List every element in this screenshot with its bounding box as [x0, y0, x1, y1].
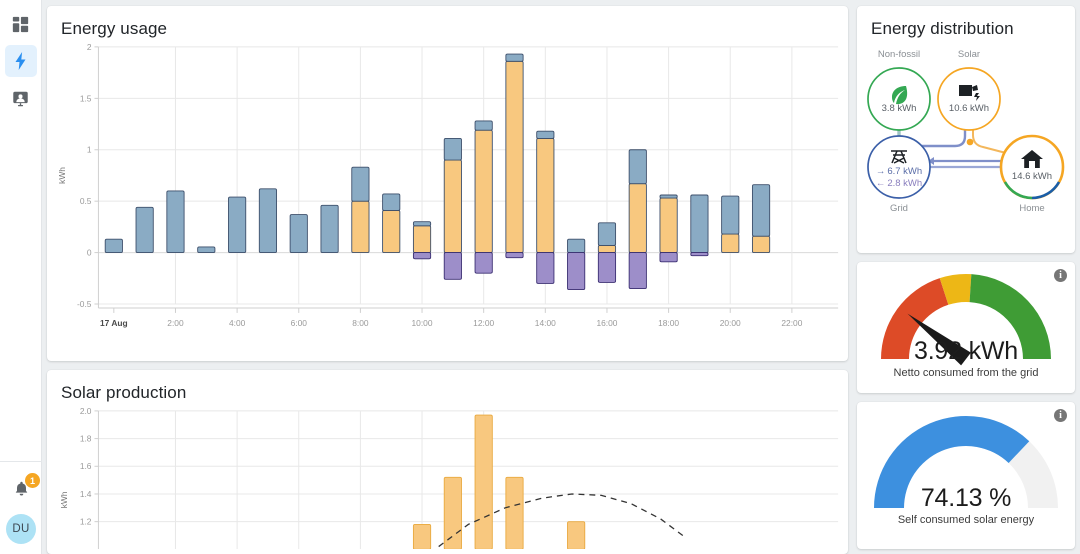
svg-text:6:00: 6:00 — [291, 318, 308, 328]
svg-text:8:00: 8:00 — [352, 318, 369, 328]
account-icon — [13, 91, 28, 106]
svg-text:1.4: 1.4 — [80, 489, 92, 499]
grid-import-value: 6.7 kWh — [887, 166, 922, 177]
nonfossil-value: 3.8 kWh — [882, 103, 917, 114]
sidebar-item-dashboard[interactable] — [5, 8, 37, 40]
svg-text:-0.5: -0.5 — [77, 299, 92, 309]
grid-export-row: ← 2.8 kWh — [876, 178, 922, 189]
svg-text:12:00: 12:00 — [473, 318, 494, 328]
energy-usage-title: Energy usage — [61, 19, 168, 38]
solar-label: Solar — [958, 49, 980, 60]
netto-gauge-card: i 3.92 kWh Netto consumed from the grid — [857, 262, 1075, 393]
avatar[interactable]: DU — [6, 514, 36, 544]
svg-text:1.8: 1.8 — [80, 434, 92, 444]
energy-bolt-icon — [15, 52, 26, 70]
sidebar-item-energy[interactable] — [4, 45, 37, 77]
svg-text:4:00: 4:00 — [229, 318, 246, 328]
selfuse-gauge-caption: Self consumed solar energy — [897, 514, 1035, 526]
home-label: Home — [1019, 203, 1044, 214]
energy-distribution-card: Energy distribution Non-fossil 3.8 kWh S… — [857, 6, 1075, 253]
flow-junction-dot — [966, 138, 974, 146]
home-value: 14.6 kWh — [1012, 171, 1052, 182]
svg-text:kWh: kWh — [59, 491, 69, 508]
svg-text:1.2: 1.2 — [80, 517, 92, 527]
svg-text:14:00: 14:00 — [535, 318, 556, 328]
svg-text:16:00: 16:00 — [596, 318, 617, 328]
energy-usage-chart[interactable]: 2 1.5 1 0.5 0 -0.5 kWh 17 Aug 2:00 4:00 6:00 8:00 10… — [47, 39, 848, 346]
solar-production-plot[interactable]: 2.0 1.8 1.6 1.4 1.2 kWh — [47, 403, 848, 550]
app-root: 1 DU Energy usage 2 1.5 1 0.5 0 -0.5 kWh 17 Aug… — [0, 0, 1080, 554]
notification-badge: 1 — [25, 473, 40, 488]
grid-export-arrow: ← — [876, 178, 886, 189]
grid-export-value: 2.8 kWh — [887, 178, 922, 189]
grid-import-arrow: → — [876, 166, 886, 177]
solar-value: 10.6 kWh — [949, 103, 989, 114]
selfuse-gauge: 74.13 % Self consumed solar energy — [857, 413, 1075, 526]
svg-text:kWh: kWh — [57, 167, 67, 184]
energy-flow-diagram[interactable]: Non-fossil 3.8 kWh Solar 10.6 kWh → 6.7 … — [866, 43, 1066, 233]
right-column: Energy distribution Non-fossil 3.8 kWh S… — [857, 6, 1075, 554]
svg-text:10:00: 10:00 — [412, 318, 433, 328]
solar-production-card: Solar production 2.0 1.8 1.6 1.4 1.2 kWh — [47, 370, 848, 554]
svg-text:2:00: 2:00 — [167, 318, 184, 328]
svg-text:2: 2 — [87, 42, 92, 52]
energy-usage-plot[interactable]: 2 1.5 1 0.5 0 -0.5 kWh 17 Aug 2:00 4:00 6:00 8:00 10… — [47, 39, 848, 346]
notifications-button[interactable]: 1 — [8, 473, 40, 502]
svg-text:1: 1 — [87, 145, 92, 155]
sidebar-footer: 1 DU — [0, 466, 42, 544]
svg-text:17 Aug: 17 Aug — [100, 318, 128, 328]
nonfossil-label: Non-fossil — [878, 49, 920, 60]
svg-text:22:00: 22:00 — [781, 318, 802, 328]
solar-production-title: Solar production — [61, 383, 187, 402]
netto-gauge-caption: Netto consumed from the grid — [893, 367, 1039, 379]
sidebar-nav — [4, 0, 37, 114]
grid-import-row: → 6.7 kWh — [876, 166, 922, 177]
svg-text:2.0: 2.0 — [80, 406, 92, 416]
energy-usage-card: Energy usage 2 1.5 1 0.5 0 -0.5 kWh 17 Aug 2:00 4… — [47, 6, 848, 361]
main-content: Energy usage 2 1.5 1 0.5 0 -0.5 kWh 17 Aug 2:00 4… — [42, 0, 1080, 554]
svg-text:20:00: 20:00 — [720, 318, 741, 328]
left-column: Energy usage 2 1.5 1 0.5 0 -0.5 kWh 17 Aug 2:00 4… — [47, 6, 848, 554]
solar-circle[interactable] — [937, 67, 1001, 131]
grid-label: Grid — [890, 203, 908, 214]
sidebar-item-account[interactable] — [5, 82, 37, 114]
svg-text:1.5: 1.5 — [80, 93, 92, 103]
dashboard-icon — [12, 16, 29, 32]
sidebar-divider — [0, 461, 42, 462]
svg-text:18:00: 18:00 — [658, 318, 679, 328]
sidebar: 1 DU — [0, 0, 42, 554]
svg-text:0: 0 — [87, 248, 92, 258]
energy-distribution-title: Energy distribution — [871, 19, 1014, 38]
selfuse-gauge-card: i 74.13 % Self consumed solar energy — [857, 402, 1075, 549]
solar-production-chart[interactable]: 2.0 1.8 1.6 1.4 1.2 kWh — [47, 403, 848, 550]
svg-text:1.6: 1.6 — [80, 461, 92, 471]
netto-gauge: 3.92 kWh Netto consumed from the grid — [857, 271, 1075, 379]
svg-text:0.5: 0.5 — [80, 196, 92, 206]
